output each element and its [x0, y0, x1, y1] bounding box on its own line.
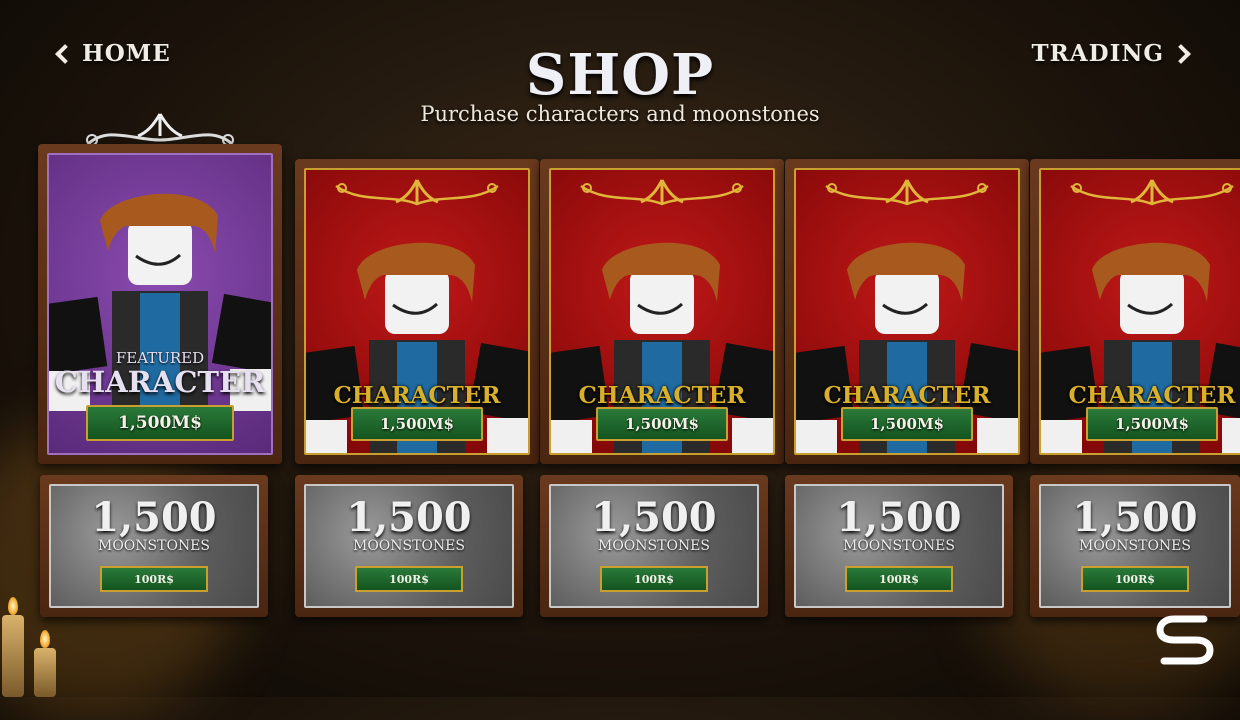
moonstone-amount: 1,500: [836, 494, 962, 541]
character-label: CHARACTER: [1068, 382, 1236, 409]
character-label: CHARACTER: [823, 382, 991, 409]
gold-ornament-icon: [825, 179, 989, 206]
moonstone-card[interactable]: 1,500 MOONSTONES 100R$: [40, 475, 268, 617]
featured-character-card[interactable]: FEATURED CHARACTER 1,500M$: [38, 144, 282, 464]
featured-buy-button[interactable]: 1,500M$: [86, 405, 234, 441]
moonstone-amount: 1,500: [591, 494, 717, 541]
gold-ornament-icon: [335, 179, 499, 206]
candle: [2, 615, 24, 697]
moonstone-card[interactable]: 1,500 MOONSTONES 100R$: [785, 475, 1013, 617]
moonstone-card[interactable]: 1,500 MOONSTONES 100R$: [540, 475, 768, 617]
character-buy-button[interactable]: 1,500M$: [596, 407, 728, 441]
featured-character-label: CHARACTER: [54, 365, 266, 399]
character-buy-button[interactable]: 1,500M$: [1086, 407, 1218, 441]
moonstone-buy-button[interactable]: 100R$: [355, 566, 463, 592]
flame: [8, 597, 18, 615]
moonstone-amount: 1,500: [346, 494, 472, 541]
moonstone-card[interactable]: 1,500 MOONSTONES 100R$: [295, 475, 523, 617]
moonstone-label: MOONSTONES: [1078, 538, 1191, 554]
page-title: SHOP: [525, 42, 715, 108]
gold-ornament-icon: [1070, 179, 1234, 206]
moonstone-card[interactable]: 1,500 MOONSTONES 100R$: [1030, 475, 1240, 617]
gold-ornament-icon: [580, 179, 744, 206]
moonstone-label: MOONSTONES: [97, 538, 210, 554]
moonstone-buy-button[interactable]: 100R$: [600, 566, 708, 592]
moonstone-amount: 1,500: [91, 494, 217, 541]
moonstone-label: MOONSTONES: [352, 538, 465, 554]
character-label: CHARACTER: [333, 382, 501, 409]
moonstone-buy-button[interactable]: 100R$: [100, 566, 208, 592]
character-card[interactable]: CHARACTER 1,500M$: [540, 159, 784, 464]
candle: [34, 648, 56, 697]
moonstone-buy-button[interactable]: 100R$: [1081, 566, 1189, 592]
character-card[interactable]: CHARACTER 1,500M$: [295, 159, 539, 464]
character-buy-button[interactable]: 1,500M$: [351, 407, 483, 441]
character-card[interactable]: CHARACTER 1,500M$: [1030, 159, 1240, 464]
flame: [40, 630, 50, 648]
moonstone-buy-button[interactable]: 100R$: [845, 566, 953, 592]
character-card[interactable]: CHARACTER 1,500M$: [785, 159, 1029, 464]
moonstone-label: MOONSTONES: [597, 538, 710, 554]
character-label: CHARACTER: [578, 382, 746, 409]
moonstone-amount: 1,500: [1072, 494, 1198, 541]
character-buy-button[interactable]: 1,500M$: [841, 407, 973, 441]
moonstone-label: MOONSTONES: [842, 538, 955, 554]
s-logo-icon: [1156, 615, 1214, 665]
